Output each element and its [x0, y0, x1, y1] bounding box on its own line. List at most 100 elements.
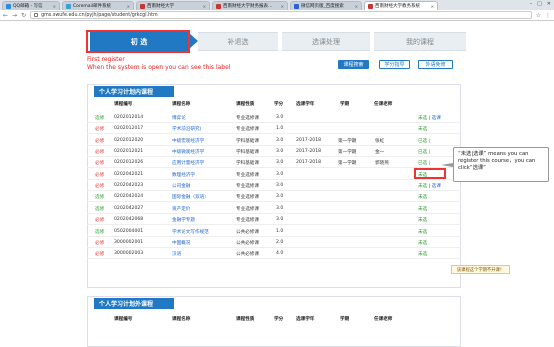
course-type: 学科基础课 [236, 150, 259, 156]
tab-close-icon[interactable]: ✕ [355, 4, 358, 9]
course-type: 公共必修课 [236, 240, 259, 246]
course-name-link[interactable]: 博弈论 [172, 115, 186, 121]
course-name-link[interactable]: 公司金融 [172, 183, 190, 189]
column-header-year: 选课学年 [296, 102, 315, 107]
column-header-name: 课程名称 [172, 102, 191, 107]
course-code: 0202042024 [114, 194, 144, 200]
course-type: 专业选修课 [236, 218, 259, 224]
course-category: 选修 [95, 229, 105, 235]
table-row: 必修 0202042068 金融学专题 专业选修课 3.0 未选 [87, 215, 461, 226]
course-category: 必修 [95, 161, 105, 167]
tab-my-courses[interactable]: 我的课程 [374, 32, 466, 51]
course-year: 2017-2018 [296, 160, 322, 166]
course-teacher: 郭晓燕 [375, 161, 389, 167]
course-credit: 2.0 [276, 239, 284, 245]
table-row: 必修 0202042023 公司金融 专业选修课 3.0 未选 | 选课 [87, 181, 461, 192]
tab-close-icon[interactable]: ✕ [281, 4, 284, 9]
course-category: 必修 [95, 138, 105, 144]
course-name-link[interactable]: 数理经济学 [172, 172, 195, 178]
close-icon[interactable]: ✕ [547, 1, 551, 7]
course-type: 专业选修课 [236, 127, 259, 133]
maximize-icon[interactable]: □ [537, 1, 542, 7]
foreign-language-exempt-button[interactable]: 外语免修 [418, 60, 453, 69]
course-name-link[interactable]: 汉语 [172, 251, 181, 257]
favicon-icon [368, 3, 373, 9]
register-course-link[interactable]: 选课 [430, 116, 441, 121]
course-status: 未选 [418, 229, 428, 235]
course-name-link[interactable]: 学术论文写作规范 [172, 229, 209, 235]
tab-close-icon[interactable]: ✕ [431, 4, 434, 9]
column-header-teacher: 任课老师 [374, 317, 393, 322]
course-name-link[interactable]: 中国概况 [172, 240, 190, 246]
course-type: 专业选修课 [236, 184, 259, 190]
course-name-link[interactable]: 资产定价 [172, 206, 190, 212]
browser-tab[interactable]: 西南财经大学 ✕ [136, 1, 210, 10]
course-type: 公共必修课 [236, 229, 259, 235]
course-name-link[interactable]: 中级宏观经济学 [172, 138, 204, 144]
course-name-link[interactable]: 学术前沿研究( [172, 126, 201, 132]
browser-tab[interactable]: 微信网页版_百度搜索 ✕ [290, 1, 362, 10]
course-credit: 3.0 [276, 217, 284, 223]
column-header-credit: 学分 [274, 317, 284, 322]
highlight-box-register [414, 168, 446, 179]
column-header-name: 课程名称 [172, 317, 191, 322]
course-credit: 3.0 [276, 115, 284, 120]
course-name-link[interactable]: 应用计量经济学 [172, 160, 204, 166]
credit-guide-button[interactable]: 学分指导 [379, 60, 410, 69]
course-status: 未选 [418, 240, 428, 246]
course-status: 未选 [418, 252, 428, 258]
course-code: 0202012014 [114, 115, 144, 120]
course-category: 必修 [95, 218, 105, 224]
menu-icon[interactable]: ⋮ [545, 12, 551, 19]
course-status: 未选 [418, 206, 428, 212]
course-category: 选修 [95, 206, 105, 212]
callout-arrow [441, 163, 453, 167]
favicon-icon [140, 3, 145, 9]
star-icon[interactable]: ☆ [536, 12, 541, 19]
browser-tab-title: 微信网页版_百度搜索 [301, 4, 344, 9]
course-search-button[interactable]: 课程搜索 [338, 60, 369, 69]
course-category: 必修 [95, 184, 105, 190]
tab-course-processing[interactable]: 选课处理 [282, 32, 370, 51]
course-year: 2017-2018 [296, 137, 322, 143]
browser-tab-title: 西南财经大学教务系统 [375, 4, 420, 9]
course-category: 必修 [95, 150, 105, 156]
reload-icon[interactable]: ↻ [21, 12, 26, 19]
course-credit: 3.0 [276, 205, 284, 211]
course-credit: 3.0 [276, 194, 284, 200]
course-code: 0202042023 [114, 183, 144, 189]
course-name-link[interactable]: 金融学专题 [172, 217, 195, 223]
course-term: 第一学期 [338, 161, 357, 167]
course-name-link[interactable]: 中级微观经济学 [172, 149, 204, 155]
course-name-link[interactable]: 国际金融（双语） [172, 194, 209, 200]
tab-close-icon[interactable]: ✕ [127, 4, 130, 9]
favicon-icon [294, 3, 299, 9]
column-header-credit: 学分 [274, 102, 284, 107]
course-credit: 4.0 [276, 251, 284, 257]
page-info-icon[interactable] [34, 13, 39, 17]
column-header-type: 课程性质 [236, 317, 255, 322]
browser-tab-bar: QQ邮箱 - 写信 ✕ Coremail邮件系统 ✕ 西南财经大学 ✕ 西南财经大学财务报表… [0, 0, 554, 10]
course-code: 0202012017 [114, 126, 144, 132]
browser-tab-title: QQ邮箱 - 写信 [13, 4, 43, 9]
course-code: 0202012021 [114, 149, 144, 155]
tab-close-icon[interactable]: ✕ [203, 4, 206, 9]
course-code: 0202042021 [114, 171, 144, 177]
browser-tab[interactable]: QQ邮箱 - 写信 ✕ [2, 1, 60, 10]
browser-tab-title: 西南财经大学 [147, 4, 174, 9]
browser-tab[interactable]: 西南财经大学教务系统 ✕ [364, 1, 438, 10]
table-row: 必修 0202042021 数理经济学 专业选修课 3.0 未选 [87, 170, 461, 180]
forward-icon[interactable]: → [12, 12, 17, 19]
browser-tab[interactable]: 西南财经大学财务报表… ✕ [212, 1, 288, 10]
column-header-teacher: 任课老师 [374, 102, 393, 107]
table-row: 选修 0202012014 博弈论 专业选修课 3.0 未选 | 选课 [87, 113, 461, 123]
url-field[interactable]: gms.swufe.edu.cn/pyjh/page/student/grkcg… [30, 11, 532, 19]
minimize-icon[interactable]: – [530, 1, 533, 7]
tab-close-icon[interactable]: ✕ [53, 4, 56, 9]
browser-tab[interactable]: Coremail邮件系统 ✕ [62, 1, 134, 10]
inplan-title: 个人学习计划内课程 [94, 86, 174, 97]
status-unselected: 未选 [418, 184, 429, 190]
register-course-link[interactable]: 选课 [430, 184, 441, 189]
tab-add-drop[interactable]: 补退选 [198, 32, 278, 51]
back-icon[interactable]: ← [3, 12, 8, 19]
